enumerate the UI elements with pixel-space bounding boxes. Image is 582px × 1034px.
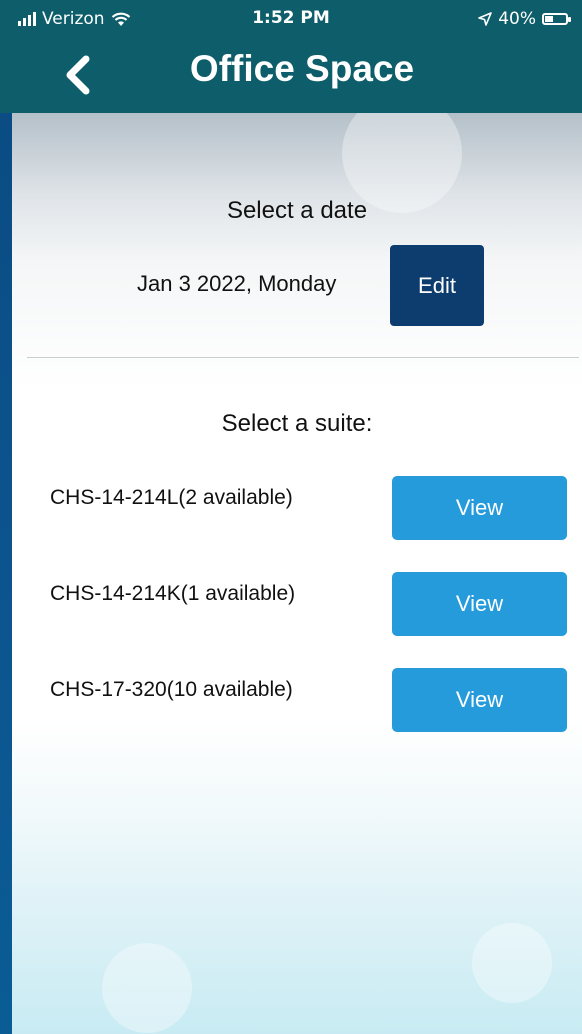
view-suite-button[interactable]: View [392,572,567,636]
main-content: Select a date Jan 3 2022, Monday Edit Se… [12,113,582,1034]
date-section-heading: Select a date [226,197,368,224]
page-title: Office Space [189,48,415,89]
decorative-bubble [102,943,192,1033]
decorative-bubble [472,923,552,1003]
status-right: 40% [478,9,571,29]
divider [27,357,579,358]
suite-label: CHS-17-320(10 available) [50,678,293,701]
battery-percent: 40% [498,9,536,29]
selected-date: Jan 3 2022, Monday [137,271,337,296]
suite-section-heading: Select a suite: [221,410,373,437]
nav-bar: Office Space [0,36,582,113]
suite-row: CHS-17-320(10 available) View [12,668,582,732]
left-edge-strip [0,0,12,1034]
suite-label: CHS-14-214L(2 available) [50,486,293,509]
view-suite-button[interactable]: View [392,476,567,540]
edit-date-button[interactable]: Edit [390,245,484,326]
battery-icon [542,13,571,25]
view-suite-button[interactable]: View [392,668,567,732]
location-arrow-icon [478,12,493,26]
battery-fill [545,16,553,22]
date-row: Jan 3 2022, Monday Edit [12,245,582,327]
suite-row: CHS-14-214L(2 available) View [12,476,582,540]
suite-label: CHS-14-214K(1 available) [50,582,296,605]
status-bar: Verizon 1:52 PM 40% [0,0,582,36]
suite-row: CHS-14-214K(1 available) View [12,572,582,636]
